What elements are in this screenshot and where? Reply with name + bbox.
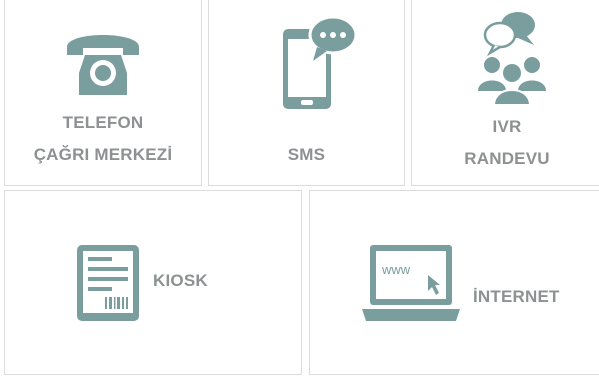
tile-label-line1: SMS — [287, 145, 326, 164]
tile-ivr[interactable]: IVR RANDEVU — [411, 0, 599, 186]
tile-label-line1: KIOSK — [153, 271, 208, 290]
people-chat-icon — [478, 12, 546, 106]
tile-label-line2: ÇAĞRI MERKEZİ — [33, 145, 173, 164]
laptop-www-icon: www — [362, 245, 460, 321]
tile-call-center[interactable]: TELEFON ÇAĞRI MERKEZİ — [4, 0, 202, 186]
telephone-icon — [67, 35, 139, 95]
tile-label-line1: TELEFON — [62, 113, 144, 132]
tile-kiosk[interactable]: KIOSK — [4, 190, 302, 375]
tile-label-line1: İNTERNET — [473, 287, 560, 306]
tile-label-line1: IVR — [492, 117, 522, 136]
screen-www-text: www — [381, 262, 411, 277]
tile-label-line2: RANDEVU — [464, 149, 550, 168]
tile-sms[interactable]: SMS — [208, 0, 405, 186]
tile-internet[interactable]: www İNTERNET — [309, 190, 599, 375]
phone-chat-icon — [283, 15, 358, 109]
kiosk-ticket-icon — [77, 245, 139, 321]
